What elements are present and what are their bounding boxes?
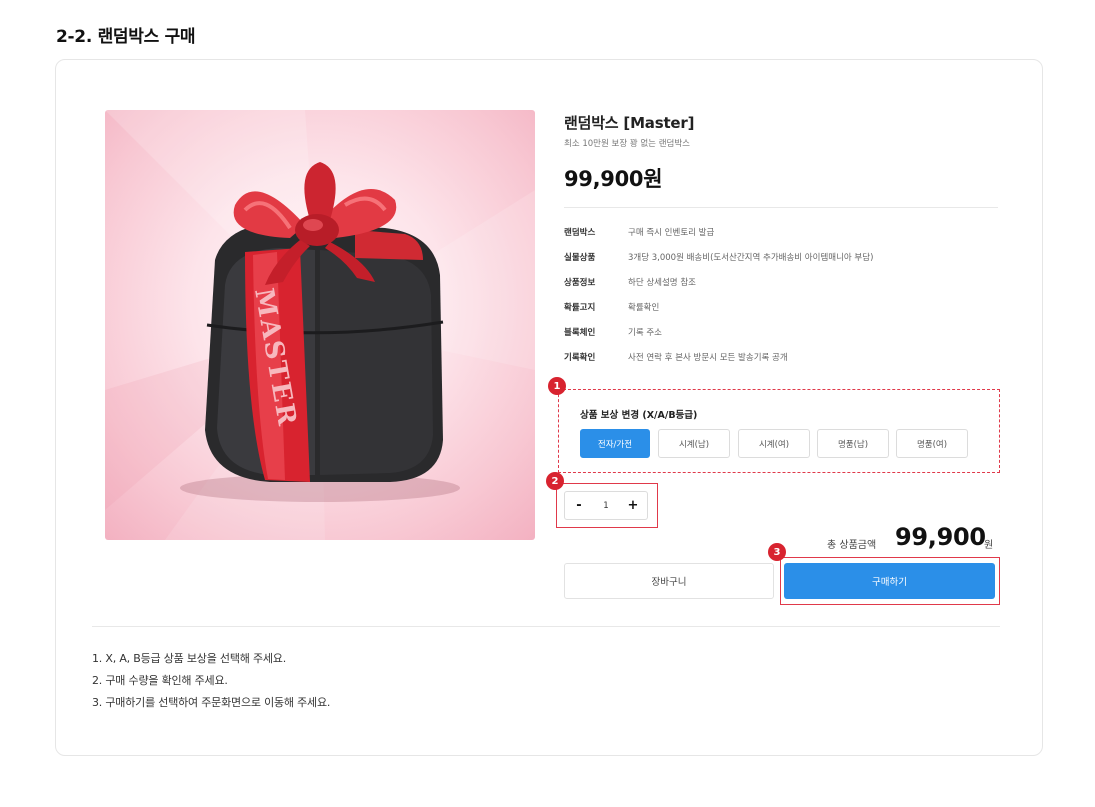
total-unit: 원 xyxy=(984,540,994,551)
spec-row-blockchain: 블록체인 기록 주소 xyxy=(564,326,662,340)
option-luxury-men[interactable]: 명품(남) xyxy=(817,429,889,458)
reward-option-title: 상품 보상 변경 (X/A/B등급) xyxy=(580,410,698,421)
step-marker-1: 1 xyxy=(548,377,566,395)
total-label: 총 상품금액 xyxy=(827,540,877,551)
spec-key: 랜덤박스 xyxy=(564,228,596,238)
step-marker-2: 2 xyxy=(546,472,564,490)
spec-value: 구매 즉시 인벤토리 발급 xyxy=(628,228,715,238)
total-amount: 99,900 xyxy=(895,523,986,551)
divider xyxy=(564,207,998,208)
spec-row-physical: 실물상품 3개당 3,000원 배송비(도서산간지역 추가배송비 아이템매니아 … xyxy=(564,251,873,265)
cart-button[interactable]: 장바구니 xyxy=(564,563,774,599)
option-watch-women[interactable]: 시계(여) xyxy=(738,429,810,458)
spec-row-probability: 확률고지 확률확인 xyxy=(564,301,659,315)
spec-value: 사전 연락 후 본사 방문시 모든 발송기록 공개 xyxy=(628,353,788,363)
spec-key: 블록체인 xyxy=(564,328,596,338)
product-image: MASTER xyxy=(105,110,535,540)
option-watch-men[interactable]: 시계(남) xyxy=(658,429,730,458)
product-subtitle: 최소 10만원 보장 꽝 없는 랜덤박스 xyxy=(564,139,690,149)
spec-value[interactable]: 확률확인 xyxy=(628,301,659,315)
spec-key: 기록확인 xyxy=(564,353,596,363)
product-price: 99,900원 xyxy=(564,167,663,191)
quantity-stepper: - 1 + xyxy=(564,491,648,520)
step-marker-3: 3 xyxy=(768,543,786,561)
spec-row-info: 상품정보 하단 상세설명 참조 xyxy=(564,276,696,290)
spec-value[interactable]: 기록 주소 xyxy=(628,326,662,340)
product-name: 랜덤박스 [Master] xyxy=(564,114,695,132)
spec-row-record: 기록확인 사전 연락 후 본사 방문시 모든 발송기록 공개 xyxy=(564,351,788,365)
buy-button[interactable]: 구매하기 xyxy=(784,563,995,599)
spec-key: 상품정보 xyxy=(564,278,596,288)
spec-row-randombox: 랜덤박스 구매 즉시 인벤토리 발급 xyxy=(564,226,714,240)
instruction-note: 3. 구매하기를 선택하여 주문화면으로 이동해 주세요. xyxy=(92,696,331,709)
divider xyxy=(92,626,1000,627)
spec-value: 3개당 3,000원 배송비(도서산간지역 추가배송비 아이템매니아 부담) xyxy=(628,253,874,263)
option-luxury-women[interactable]: 명품(여) xyxy=(896,429,968,458)
quantity-increase-button[interactable]: + xyxy=(619,492,647,519)
instruction-note: 1. X, A, B등급 상품 보상을 선택해 주세요. xyxy=(92,652,287,665)
page-title: 2-2. 랜덤박스 구매 xyxy=(56,27,196,47)
spec-key: 실물상품 xyxy=(564,253,596,263)
spec-key: 확률고지 xyxy=(564,303,596,313)
quantity-value[interactable]: 1 xyxy=(593,501,619,511)
instruction-note: 2. 구매 수량을 확인해 주세요. xyxy=(92,674,228,687)
spec-value: 하단 상세설명 참조 xyxy=(628,278,696,288)
quantity-decrease-button[interactable]: - xyxy=(565,492,593,519)
option-electronics[interactable]: 전자/가전 xyxy=(580,429,650,458)
